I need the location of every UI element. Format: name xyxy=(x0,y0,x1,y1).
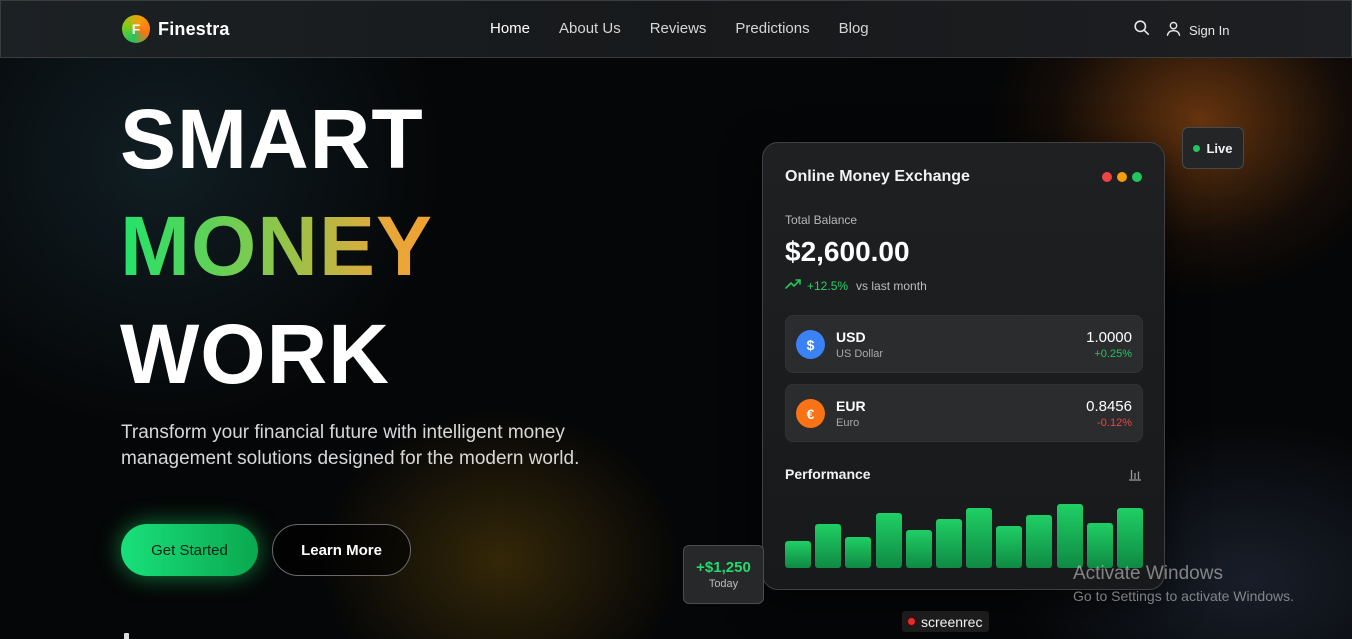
performance-bar xyxy=(1087,523,1113,568)
nav-link-home[interactable]: Home xyxy=(490,20,530,37)
currency-name: US Dollar xyxy=(836,348,884,360)
sign-in-button[interactable]: Sign In xyxy=(1165,20,1229,40)
euro-icon: € xyxy=(796,399,825,428)
performance-bar xyxy=(845,537,871,568)
today-value: +$1,250 xyxy=(696,559,751,576)
performance-bar xyxy=(815,524,841,568)
nav-link-blog[interactable]: Blog xyxy=(839,20,869,37)
trend-up-icon xyxy=(785,278,801,293)
user-icon xyxy=(1165,20,1182,40)
brand[interactable]: F Finestra xyxy=(122,15,230,43)
learn-more-button[interactable]: Learn More xyxy=(272,524,411,576)
live-badge: Live xyxy=(1182,127,1244,169)
today-gain-badge: +$1,250 Today xyxy=(683,545,764,604)
live-status-dot xyxy=(1193,144,1201,152)
nav-links: Home About Us Reviews Predictions Blog xyxy=(490,20,869,37)
currency-change: -0.12% xyxy=(1097,417,1132,429)
currency-name: Euro xyxy=(836,417,860,429)
money-exchange-card: Online Money Exchange Total Balance $2,6… xyxy=(762,142,1165,590)
screenrec-badge[interactable]: screenrec xyxy=(902,611,990,632)
performance-bar xyxy=(1117,508,1143,568)
hero-title-line2: MONEY xyxy=(120,199,434,293)
dollar-icon: $ xyxy=(796,330,825,359)
currency-row-eur[interactable]: € EUR Euro 0.8456 -0.12% xyxy=(785,384,1143,442)
currency-rate: 1.0000 xyxy=(1086,329,1132,346)
nav-actions: Sign In xyxy=(1132,18,1229,42)
currency-code: EUR xyxy=(836,398,866,414)
performance-bar xyxy=(936,519,962,568)
brand-logo-icon: F xyxy=(122,15,150,43)
performance-bar xyxy=(1057,504,1083,568)
performance-bars xyxy=(785,498,1143,568)
performance-bar xyxy=(785,541,811,568)
hero-title-line3: WORK xyxy=(120,307,390,401)
brand-name: Finestra xyxy=(158,18,230,39)
currency-code: USD xyxy=(836,329,866,345)
top-navbar: F Finestra Home About Us Reviews Predict… xyxy=(0,0,1352,58)
nav-link-about-us[interactable]: About Us xyxy=(559,20,621,37)
change-percent: +12.5% xyxy=(807,278,849,293)
activate-windows-watermark: Activate Windows Go to Settings to activ… xyxy=(1073,563,1294,604)
nav-link-predictions[interactable]: Predictions xyxy=(735,20,809,37)
window-dots xyxy=(1102,172,1142,182)
currency-row-usd[interactable]: $ USD US Dollar 1.0000 +0.25% xyxy=(785,315,1143,373)
hero-description: Transform your financial future with int… xyxy=(121,422,580,469)
performance-bar xyxy=(906,530,932,568)
activate-windows-subtitle: Go to Settings to activate Windows. xyxy=(1073,588,1294,604)
performance-bar xyxy=(996,526,1022,568)
hero-title-line1: SMART xyxy=(120,92,424,186)
balance-change: +12.5% vs last month xyxy=(785,278,927,293)
sign-in-label: Sign In xyxy=(1189,22,1230,38)
card-title: Online Money Exchange xyxy=(785,168,970,185)
search-icon[interactable] xyxy=(1132,18,1151,42)
performance-bar xyxy=(876,513,902,568)
performance-bar xyxy=(966,508,992,568)
activate-windows-title: Activate Windows xyxy=(1073,563,1223,584)
change-note: vs last month xyxy=(856,278,927,293)
currency-change: +0.25% xyxy=(1094,348,1132,360)
record-icon xyxy=(906,616,917,627)
screenrec-label: screenrec xyxy=(921,613,983,630)
performance-bar xyxy=(1026,515,1052,568)
performance-title: Performance xyxy=(785,466,871,482)
window-dot-yellow xyxy=(1117,172,1127,182)
window-dot-red xyxy=(1102,172,1112,182)
nav-link-reviews[interactable]: Reviews xyxy=(650,20,707,37)
currency-rate: 0.8456 xyxy=(1086,398,1132,415)
get-started-button[interactable]: Get Started xyxy=(121,524,258,576)
mouse-cursor-icon xyxy=(124,633,129,639)
balance-value: $2,600.00 xyxy=(785,236,910,267)
today-label: Today xyxy=(708,578,739,590)
balance-label: Total Balance xyxy=(785,213,858,227)
window-dot-green xyxy=(1132,172,1142,182)
bar-chart-icon[interactable] xyxy=(1128,467,1142,486)
live-label: Live xyxy=(1206,140,1233,156)
